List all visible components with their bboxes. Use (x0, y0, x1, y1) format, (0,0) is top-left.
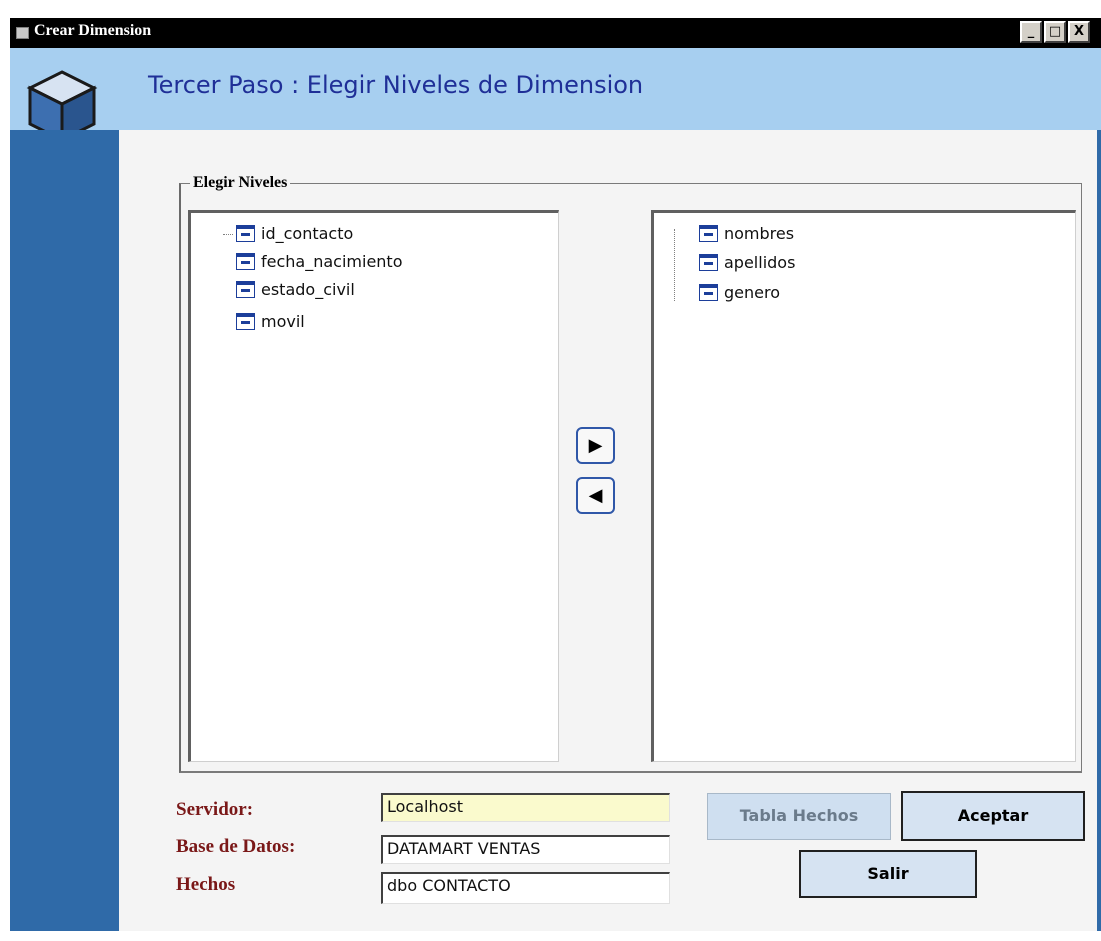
list-item-label: estado_civil (261, 280, 355, 299)
field-icon (236, 313, 255, 330)
tabla-hechos-button[interactable]: Tabla Hechos (707, 793, 891, 840)
hechos-label: Hechos (176, 874, 236, 895)
tree-connector (674, 229, 675, 301)
maximize-button[interactable]: □ (1044, 21, 1066, 43)
tree-connector (223, 234, 233, 235)
wizard-header: Tercer Paso : Elegir Niveles de Dimensio… (10, 48, 1101, 143)
field-icon (236, 253, 255, 270)
list-item-label: fecha_nacimiento (261, 252, 403, 271)
base-datos-label: Base de Datos: (176, 836, 296, 857)
servidor-field[interactable]: Localhost (381, 793, 670, 822)
list-item[interactable]: fecha_nacimiento (236, 251, 402, 275)
step-title: Tercer Paso : Elegir Niveles de Dimensio… (148, 71, 644, 99)
list-item-label: movil (261, 312, 305, 331)
move-left-button[interactable]: ◀ (576, 477, 615, 514)
list-item-label: genero (724, 283, 780, 302)
list-item[interactable]: nombres (699, 223, 794, 247)
selected-levels-list[interactable]: nombres apellidos genero (651, 210, 1076, 762)
list-item-label: id_contacto (261, 224, 354, 243)
list-item-label: apellidos (724, 253, 796, 272)
base-datos-field[interactable]: DATAMART VENTAS (381, 835, 670, 864)
list-item-label: nombres (724, 224, 795, 243)
hechos-field[interactable]: dbo CONTACTO (381, 872, 670, 904)
field-icon (699, 225, 718, 242)
field-icon (236, 281, 255, 298)
list-item[interactable]: movil (236, 311, 305, 335)
salir-button[interactable]: Salir (799, 850, 977, 898)
window-title: Crear Dimension (34, 22, 152, 39)
minimize-button[interactable]: _ (1020, 21, 1042, 43)
list-item[interactable]: apellidos (699, 252, 795, 276)
field-icon (699, 284, 718, 301)
left-sidebar (10, 130, 119, 931)
title-bar: Crear Dimension _ □ X (10, 18, 1101, 48)
aceptar-button[interactable]: Aceptar (901, 791, 1085, 841)
window-icon (16, 27, 29, 39)
close-button[interactable]: X (1068, 21, 1090, 43)
right-edge-bar (1097, 130, 1101, 931)
list-item[interactable]: id_contacto (236, 223, 353, 247)
list-item[interactable]: estado_civil (236, 279, 355, 303)
field-icon (699, 254, 718, 271)
move-right-button[interactable]: ▶ (576, 427, 615, 464)
servidor-label: Servidor: (176, 799, 254, 820)
list-item[interactable]: genero (699, 282, 780, 306)
available-levels-list[interactable]: id_contacto fecha_nacimiento estado_civi… (188, 210, 559, 762)
groupbox-legend: Elegir Niveles (190, 174, 291, 192)
field-icon (236, 225, 255, 242)
